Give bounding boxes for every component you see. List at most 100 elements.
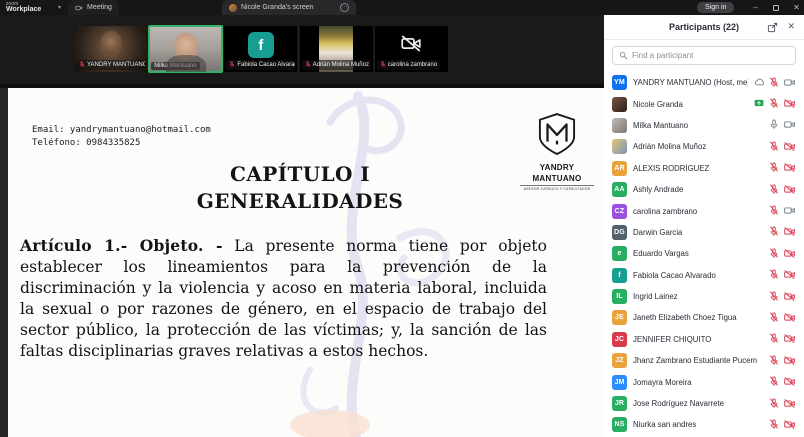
maximize-button[interactable] <box>767 0 784 15</box>
search-input[interactable] <box>632 51 789 60</box>
video-tile[interactable]: YANDRY MANTUANO <box>74 26 147 72</box>
tab-shared-screen[interactable]: Nicole Granda's screen ⋯ <box>222 0 356 15</box>
tab-meeting-label: Meeting <box>87 4 112 11</box>
camera-on-icon <box>784 202 795 220</box>
camera-off-icon <box>784 266 795 284</box>
video-tile[interactable]: carolina zambrano <box>375 26 448 72</box>
participant-row[interactable]: JRJose Rodríguez Navarrete <box>604 393 804 414</box>
participant-initials-avatar: JR <box>612 396 627 411</box>
participant-name: YANDRY MANTUANO (Host, me) <box>633 78 748 87</box>
camera-off-icon <box>784 138 795 156</box>
participant-row[interactable]: YM YANDRY MANTUANO (Host, me) <box>604 72 804 93</box>
participant-status-icons <box>769 416 795 434</box>
participant-name: Janeth Elizabeth Choez Tigua <box>633 313 763 322</box>
participants-header: Participants (22) ✕ <box>604 15 804 40</box>
minimize-button[interactable]: – <box>747 0 764 15</box>
camera-off-icon <box>784 245 795 263</box>
participant-status-icons <box>769 330 795 348</box>
participant-status-icons <box>769 138 795 156</box>
tab-screen-label: Nicole Granda's screen <box>241 4 314 11</box>
participant-row[interactable]: AR ALEXIS RODRÍGUEZ <box>604 158 804 179</box>
participant-initials-avatar: JM <box>612 375 627 390</box>
tile-participant-name: carolina zambrano <box>388 62 437 68</box>
participant-row[interactable]: Adrián Molina Muñoz <box>604 136 804 157</box>
mic-muted-icon <box>769 159 779 177</box>
participant-row[interactable]: JEJaneth Elizabeth Choez Tigua <box>604 307 804 328</box>
tile-name-label: Fabiola Cacao Alvarado <box>226 60 295 70</box>
tab-meeting[interactable]: Meeting <box>68 0 119 15</box>
participant-row[interactable]: Milka Mantuano <box>604 115 804 136</box>
zoom-workplace-logo[interactable]: zoom Workplace <box>6 1 41 13</box>
participant-row[interactable]: ILIngrid Lainez <box>604 286 804 307</box>
participant-row[interactable]: eEduardo Vargas <box>604 243 804 264</box>
tile-name-label: carolina zambrano <box>377 60 440 70</box>
tile-participant-name: YANDRY MANTUANO <box>87 62 145 68</box>
participant-row[interactable]: fFabiola Cacao Alvarado <box>604 265 804 286</box>
tile-name-label: YANDRY MANTUANO <box>76 60 145 70</box>
shield-monogram-icon <box>538 112 576 156</box>
camera-on-icon <box>784 116 795 134</box>
camera-off-icon <box>784 395 795 413</box>
participant-status-icons <box>769 116 795 134</box>
camera-off-icon <box>784 223 795 241</box>
tab-avatar-icon <box>229 4 237 12</box>
contact-block: Email: yandrymantuano@hotmail.com Teléfo… <box>32 124 211 150</box>
camera-off-icon <box>784 181 795 199</box>
participant-row[interactable]: CZcarolina zambrano <box>604 200 804 221</box>
participant-status-icons <box>769 159 795 177</box>
participant-status-icons <box>769 395 795 413</box>
participant-name: Ashly Andrade <box>633 185 763 194</box>
participant-photo-avatar <box>612 139 627 154</box>
tile-name-label: Milka Mantuano <box>151 62 199 70</box>
close-window-button[interactable]: ✕ <box>788 0 804 15</box>
video-tile[interactable]: Adrián Molina Muñoz <box>300 26 373 72</box>
participant-name: Darwin Garcia <box>633 228 763 237</box>
mic-muted-icon <box>769 352 779 370</box>
participant-status-icons <box>769 266 795 284</box>
screen-share-icon <box>754 95 764 113</box>
zoom-meeting-window: zoom Workplace ▾ Meeting Nicole Granda's… <box>0 0 804 437</box>
tab-more-icon[interactable]: ⋯ <box>340 3 349 12</box>
article-body: La presente norma tiene por objeto estab… <box>20 237 547 360</box>
participant-initials-avatar: YM <box>612 75 627 90</box>
mic-muted-icon <box>769 245 779 263</box>
participant-name: Eduardo Vargas <box>633 249 763 258</box>
mic-muted-icon <box>305 61 311 69</box>
participant-row[interactable]: JCJENNIFER CHIQUITO <box>604 329 804 350</box>
participant-status-icons <box>769 288 795 306</box>
video-tile[interactable]: Milka Mantuano <box>149 26 222 72</box>
participant-name: carolina zambrano <box>633 207 763 216</box>
participant-photo-avatar <box>612 97 627 112</box>
contact-phone: Teléfono: 0984335825 <box>32 138 140 148</box>
close-panel-icon[interactable]: ✕ <box>787 21 795 32</box>
chevron-down-icon[interactable]: ▾ <box>58 5 64 11</box>
participant-row[interactable]: Nicole Granda <box>604 93 804 114</box>
mic-muted-icon <box>769 74 779 92</box>
participant-photo-avatar <box>612 118 627 133</box>
camera-off-icon <box>784 159 795 177</box>
video-tile[interactable]: fFabiola Cacao Alvarado <box>224 26 297 72</box>
participant-row[interactable]: JM Jomayra Moreira <box>604 371 804 392</box>
participant-row[interactable]: NSNiurka san andres <box>604 414 804 435</box>
participant-status-icons <box>754 74 795 92</box>
camera-off-icon <box>784 95 795 113</box>
mic-muted-icon <box>380 61 386 69</box>
mic-muted-icon <box>769 416 779 434</box>
popout-panel-icon[interactable] <box>767 22 778 33</box>
participant-name: Nicole Granda <box>633 100 748 109</box>
participant-name: Jomayra Moreira <box>633 378 763 387</box>
participant-name: Jhanz Zambrano Estudiante Pucem <box>633 356 763 365</box>
camera-off-icon <box>784 309 795 327</box>
participant-initials-avatar: AR <box>612 161 627 176</box>
sign-in-button[interactable]: Sign in <box>697 2 734 13</box>
participant-row[interactable]: AAAshly Andrade <box>604 179 804 200</box>
participant-status-icons <box>769 373 795 391</box>
participant-row[interactable]: JZJhanz Zambrano Estudiante Pucem <box>604 350 804 371</box>
participant-row[interactable]: DGDarwin Garcia <box>604 222 804 243</box>
tile-name-label: Adrián Molina Muñoz <box>302 60 371 70</box>
participant-search[interactable] <box>612 46 796 65</box>
mic-muted-icon <box>769 181 779 199</box>
participant-status-icons <box>769 245 795 263</box>
participant-name: ALEXIS RODRÍGUEZ <box>633 164 763 173</box>
camera-off-icon <box>401 36 421 57</box>
